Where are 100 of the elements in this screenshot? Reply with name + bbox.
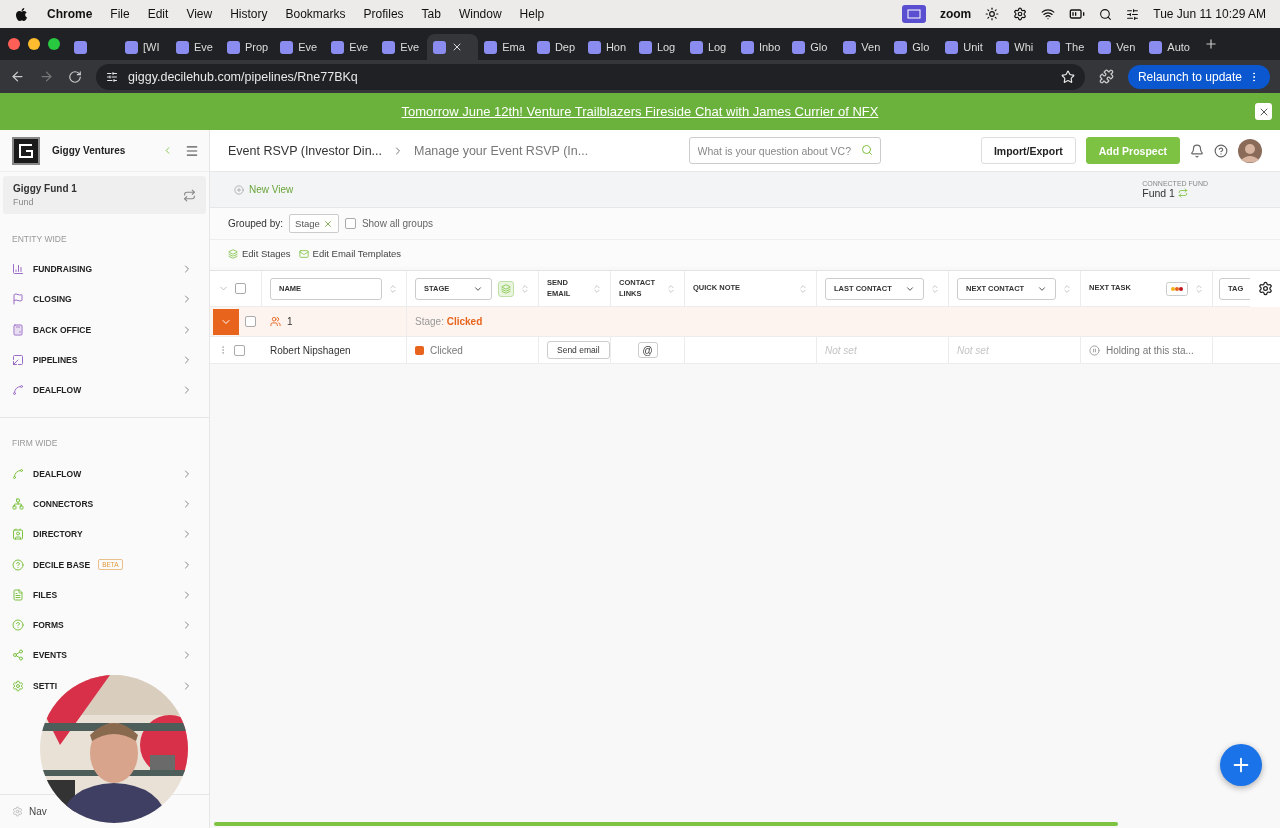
browser-tab[interactable]: Eve <box>170 34 221 60</box>
nav-item[interactable]: Nav <box>29 806 47 817</box>
nav-item[interactable]: CONNECTORS <box>33 498 94 509</box>
layers-icon[interactable] <box>498 280 514 297</box>
switch-icon[interactable] <box>183 188 196 202</box>
group-chip[interactable]: Stage <box>289 214 339 233</box>
address-bar[interactable]: giggy.decilehub.com/pipelines/Rne77BKq <box>96 63 1085 90</box>
menu-item[interactable]: Window <box>458 7 502 21</box>
sort-icon[interactable] <box>388 283 398 294</box>
settings-icon[interactable] <box>1257 281 1273 296</box>
browser-tab[interactable]: Eve <box>325 34 377 60</box>
nav-item[interactable]: DIRECTORY <box>33 529 83 540</box>
browser-tab[interactable]: The <box>1041 34 1093 60</box>
traffic-dots-icon[interactable] <box>1166 281 1188 296</box>
scrollbar[interactable] <box>214 822 1118 826</box>
menu-item[interactable]: View <box>186 7 213 21</box>
zoom-status-text[interactable]: zoom <box>939 7 972 21</box>
search-icon[interactable] <box>1099 7 1113 21</box>
menu-item[interactable]: Profiles <box>363 7 404 21</box>
browser-tab[interactable]: Glo <box>786 34 838 60</box>
browser-tab[interactable]: Ema <box>478 34 531 60</box>
browser-tab[interactable] <box>427 34 479 60</box>
browser-tab[interactable]: Eve <box>376 34 428 60</box>
help-icon[interactable] <box>1214 143 1228 158</box>
browser-tab[interactable]: Unit <box>939 34 991 60</box>
nav-item[interactable]: FUNDRAISING <box>33 264 93 275</box>
browser-tab[interactable]: Whi <box>990 34 1042 60</box>
browser-tab[interactable]: Hon <box>581 34 633 60</box>
plus-circle-icon[interactable] <box>234 184 244 195</box>
nav-item[interactable]: CLOSING <box>33 294 72 305</box>
extensions-icon[interactable] <box>1098 69 1114 84</box>
bell-icon[interactable] <box>1190 143 1204 158</box>
menu-item[interactable]: Chrome <box>47 7 93 21</box>
star-icon[interactable] <box>1060 69 1075 84</box>
nav-item[interactable]: DEALFLOW <box>33 385 82 396</box>
browser-tab[interactable]: Prop <box>221 34 275 60</box>
search-field[interactable]: What is your question about VC? <box>688 137 881 164</box>
browser-tab[interactable]: Auto <box>1143 34 1196 60</box>
sort-icon[interactable] <box>930 283 940 294</box>
nav-item[interactable]: FILES <box>33 589 58 600</box>
control-center-icon[interactable] <box>1126 7 1140 21</box>
relaunch-button[interactable]: Relaunch to update <box>1127 64 1270 89</box>
browser-tab[interactable]: [WI <box>119 34 170 60</box>
back-icon[interactable] <box>10 69 25 84</box>
layers-icon[interactable] <box>228 248 238 259</box>
checkbox[interactable] <box>245 316 256 327</box>
browser-tab[interactable]: Log <box>632 34 684 60</box>
wifi-icon[interactable] <box>1041 7 1056 21</box>
browser-tab[interactable]: Dep <box>530 34 582 60</box>
remove-icon[interactable] <box>322 218 333 229</box>
screen-share-icon[interactable] <box>901 5 926 23</box>
menu-item[interactable]: Bookmarks <box>285 7 346 21</box>
apple-icon[interactable] <box>14 6 29 22</box>
menu-item[interactable]: History <box>230 7 268 21</box>
nav-item[interactable]: SETTI <box>33 680 58 691</box>
nav-item[interactable]: BACK OFFICE <box>33 324 92 335</box>
menu-item[interactable]: Tab <box>421 7 441 21</box>
checkbox[interactable] <box>344 218 356 229</box>
sort-icon[interactable] <box>1062 283 1072 294</box>
sort-icon[interactable] <box>1194 283 1204 294</box>
menu-item[interactable]: Edit <box>147 7 169 21</box>
nav-item[interactable]: DEALFLOW <box>33 468 82 479</box>
add-button[interactable] <box>1220 744 1262 786</box>
nav-item[interactable]: PIPELINES <box>33 355 78 366</box>
sun-icon[interactable] <box>985 7 1000 21</box>
sort-icon[interactable] <box>592 283 602 294</box>
sort-icon[interactable] <box>666 283 676 294</box>
maximize-window-button[interactable] <box>48 38 60 50</box>
toolbar-link[interactable]: Edit Email Templates <box>298 248 402 259</box>
browser-tab[interactable]: Inbo <box>734 34 787 60</box>
sort-icon[interactable] <box>520 283 530 294</box>
browser-tab[interactable]: Glo <box>888 34 940 60</box>
sort-icon[interactable] <box>798 283 808 294</box>
breadcrumb-link[interactable]: Manage your Event RSVP (In... <box>414 143 589 158</box>
close-window-button[interactable] <box>8 38 20 50</box>
checkbox[interactable] <box>234 344 245 356</box>
avatar-icon[interactable] <box>1238 138 1262 163</box>
fund-selector[interactable]: Giggy Fund 1 Fund <box>3 176 206 214</box>
nav-item[interactable]: FORMS <box>33 620 64 631</box>
nav-item[interactable]: DECILE BASE <box>33 559 91 570</box>
browser-tab[interactable]: Ven <box>837 34 889 60</box>
forward-icon[interactable] <box>39 69 54 84</box>
toolbar-link[interactable]: Edit Stages <box>228 248 291 259</box>
browser-tab[interactable]: Eve <box>274 34 326 60</box>
menu-item[interactable]: Help <box>519 7 545 21</box>
menu-icon[interactable] <box>185 143 199 158</box>
gear-icon[interactable] <box>1013 7 1028 21</box>
send-email-button[interactable]: Send email <box>547 341 610 359</box>
menu-item[interactable]: File <box>110 7 130 21</box>
switch-icon[interactable] <box>1177 188 1188 198</box>
browser-tab[interactable]: Log <box>683 34 735 60</box>
contact-link-button[interactable]: @ <box>637 342 658 358</box>
import-export-button[interactable]: Import/Export <box>980 137 1076 164</box>
new-tab-icon[interactable] <box>1203 37 1218 51</box>
envelope-icon[interactable] <box>298 248 309 259</box>
breadcrumb-link[interactable]: Event RSVP (Investor Din... <box>228 143 382 158</box>
checkbox[interactable] <box>235 283 246 294</box>
nav-item[interactable]: EVENTS <box>33 650 67 661</box>
minimize-window-button[interactable] <box>28 38 40 50</box>
browser-tab[interactable]: Ven <box>1092 34 1144 60</box>
